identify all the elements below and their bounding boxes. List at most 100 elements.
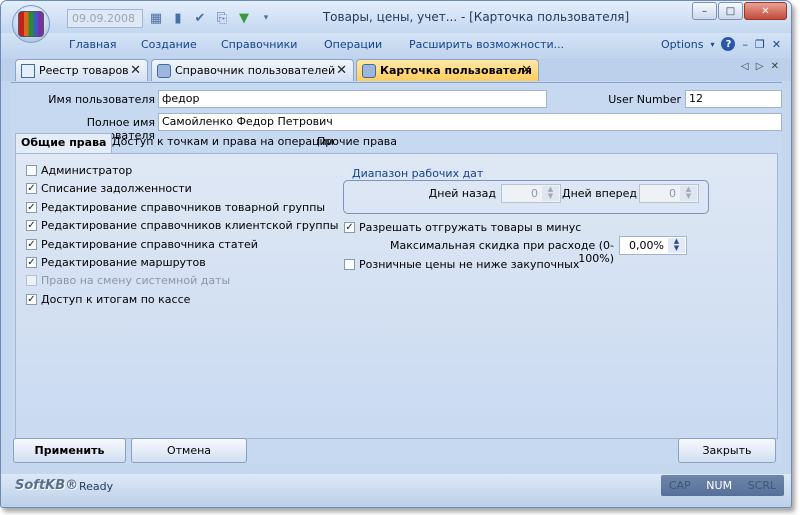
checkbox-icon[interactable]: ✓ (26, 293, 37, 305)
status-text: Ready (79, 480, 114, 493)
cancel-button[interactable]: Отмена (131, 438, 247, 463)
status-bar: SoftKB® Ready CAP NUM SCRL (1, 474, 791, 507)
right-checkbox-7[interactable]: ✓ Доступ к итогам по кассе (26, 293, 190, 306)
spinner-arrows-icon[interactable]: ▲ ▼ (542, 186, 559, 201)
close-tab-icon[interactable]: ✕ (130, 63, 141, 78)
right-checkbox-2[interactable]: ✓ Редактирование справочников товарной гр… (26, 201, 325, 214)
help-icon[interactable]: ? (721, 37, 736, 51)
checkbox-icon[interactable]: ✓ (26, 220, 37, 232)
options-menu[interactable]: Options (661, 38, 703, 51)
user-number-input[interactable]: 12 (685, 90, 782, 108)
tab-label: Реестр товаров (39, 64, 129, 77)
user-number-label: User Number (608, 93, 681, 106)
allow-negative-label: Разрешать отгружать товары в минус (359, 221, 582, 234)
work-date-range-title: Диапазон рабочих дат (349, 167, 487, 180)
days-forward-spinner[interactable]: 0 ▲ ▼ (639, 184, 699, 203)
right-label: Редактирование справочников клиентской г… (41, 219, 339, 233)
right-checkbox-5[interactable]: ✓ Редактирование маршрутов (26, 256, 206, 269)
button-bar: Применить Отмена Закрыть (11, 438, 782, 467)
fullname-input[interactable]: Самойленко Федор Петрович (158, 113, 782, 131)
right-label: Доступ к итогам по кассе (41, 292, 191, 306)
right-checkbox-0[interactable]: Администратор (26, 164, 132, 177)
checkbox-icon[interactable] (344, 259, 355, 270)
mdi-minimize-icon[interactable]: – (742, 38, 748, 51)
checkbox-icon[interactable]: ✓ (26, 201, 37, 213)
minimize-button[interactable]: – (692, 2, 717, 20)
tab-user-card[interactable]: Карточка пользователя ✕ (356, 59, 539, 81)
ribbon-right-controls: Options ▾ ? – ❐ ✕ (661, 37, 781, 51)
checkbox-icon[interactable]: ✓ (344, 222, 355, 233)
database-icon (362, 63, 376, 78)
right-checkbox-6: Право на смену системной даты (26, 274, 230, 287)
tab-navigation[interactable]: ◁ ▷ ✕ (741, 61, 781, 72)
menu-home[interactable]: Главная (69, 38, 117, 51)
menu-references[interactable]: Справочники (221, 38, 297, 51)
menu-create[interactable]: Создание (141, 38, 197, 51)
close-tab-icon[interactable]: ✕ (336, 63, 347, 78)
right-checkbox-4[interactable]: ✓ Редактирование справочника статей (26, 238, 258, 251)
app-logo-icon (18, 11, 44, 37)
caps-indicator: CAP (668, 479, 691, 492)
scroll-indicator: SCRL (747, 479, 777, 492)
date-field[interactable]: 09.09.2008 (67, 8, 143, 28)
checkbox-icon[interactable] (26, 165, 37, 176)
days-back-label: Дней назад (428, 187, 496, 200)
tab-goods-registry[interactable]: Реестр товаров ✕ (15, 59, 148, 81)
tab-users-reference[interactable]: Справочник пользователей ✕ (151, 59, 354, 81)
database-icon (157, 63, 171, 78)
apply-button[interactable]: Применить (13, 438, 126, 463)
menu-operations[interactable]: Операции (324, 38, 382, 51)
export-icon[interactable]: ⎘ (213, 9, 231, 27)
username-input[interactable]: федор (158, 90, 547, 108)
retail-price-label: Розничные цены не ниже закупочных (359, 258, 580, 271)
calendar-icon[interactable]: ▦ (147, 9, 165, 27)
days-back-spinner[interactable]: 0 ▲ ▼ (501, 184, 561, 203)
tab-general-rights[interactable]: Общие права (15, 133, 113, 154)
checkbox-icon[interactable]: ✓ (26, 257, 37, 268)
tab-other-rights[interactable]: Прочие права (317, 135, 397, 148)
brand-logo: SoftKB® (15, 478, 79, 493)
right-label: Списание задолженности (41, 182, 192, 196)
customize-qat-icon[interactable]: ▾ (257, 9, 275, 27)
check-icon[interactable]: ✔ (191, 9, 209, 27)
username-label: Имя пользователя (48, 93, 155, 106)
checkbox-icon[interactable]: ✓ (26, 238, 37, 250)
app-menu-orb[interactable] (12, 5, 50, 43)
close-button[interactable]: Закрыть (678, 438, 776, 463)
ribbon-menu: Главная Создание Справочники Операции Ра… (1, 33, 791, 57)
tab-label: Справочник пользователей (175, 64, 336, 77)
right-label: Редактирование справочника статей (41, 237, 258, 251)
maximize-button[interactable]: □ (718, 2, 743, 20)
right-checkbox-1[interactable]: ✓ Списание задолженности (26, 182, 192, 195)
book-icon (21, 63, 35, 78)
days-forward-value: 0 (669, 187, 676, 200)
options-chevron-icon: ▾ (710, 39, 715, 49)
mdi-close-icon[interactable]: ✕ (772, 38, 781, 51)
num-indicator: NUM (706, 479, 733, 492)
tab-label: Карточка пользователя (380, 64, 532, 77)
allow-negative-checkbox[interactable]: ✓ Разрешать отгружать товары в минус (344, 221, 581, 234)
mdi-restore-icon[interactable]: ❐ (755, 38, 765, 51)
general-rights-panel: Администратор ✓ Списание задолженности ✓ Ред… (15, 153, 778, 439)
retail-price-checkbox[interactable]: Розничные цены не ниже закупочных (344, 258, 579, 271)
spinner-arrows-icon[interactable]: ▲ ▼ (680, 186, 697, 201)
filter-icon[interactable]: ▼ (235, 9, 253, 27)
right-checkbox-3[interactable]: ✓ Редактирование справочников клиентской … (26, 219, 338, 232)
document-tabs: Реестр товаров ✕ Справочник пользователе… (1, 58, 791, 81)
spinner-arrows-icon[interactable]: ▲ ▼ (668, 238, 685, 253)
rights-tabs: Общие права Доступ к точкам и права на о… (11, 133, 782, 154)
close-tab-icon[interactable]: ✕ (521, 63, 532, 78)
days-forward-label: Дней вперед (562, 187, 637, 200)
days-back-value: 0 (531, 187, 538, 200)
book-icon[interactable]: ▮ (169, 9, 187, 27)
checkbox-icon (26, 275, 37, 287)
tab-access-points[interactable]: Доступ к точкам и права на операции (112, 135, 334, 148)
right-label: Редактирование справочников товарной гру… (41, 200, 326, 214)
checkbox-icon[interactable]: ✓ (26, 183, 37, 195)
quick-access-toolbar: 09.09.2008 ▦ ▮ ✔ ⎘ ▼ ▾ (55, 8, 275, 28)
app-window: 09.09.2008 ▦ ▮ ✔ ⎘ ▼ ▾ Товары, цены, уче… (0, 0, 792, 508)
right-label: Право на смену системной даты (41, 274, 231, 288)
close-window-button[interactable]: ✕ (744, 2, 787, 20)
max-discount-spinner[interactable]: 0,00% ▲ ▼ (619, 236, 687, 255)
menu-extend[interactable]: Расширить возможности... (409, 38, 564, 51)
